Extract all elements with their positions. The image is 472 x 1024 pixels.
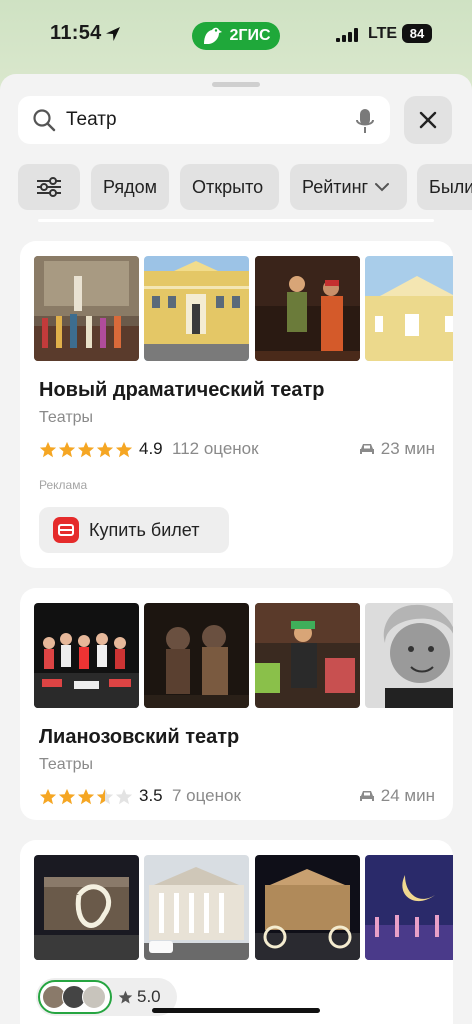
- result-card[interactable]: Новый драматический театр Театры 4.9 112…: [20, 241, 453, 568]
- filter-chip-rating[interactable]: Рейтинг: [290, 164, 407, 210]
- result-category: Театры: [39, 756, 94, 773]
- star-icon: [58, 441, 76, 458]
- result-title[interactable]: Лианозовский театр: [39, 726, 239, 749]
- cellular-signal-icon: [336, 28, 358, 42]
- result-photo[interactable]: [34, 256, 139, 361]
- search-input[interactable]: Театр: [18, 96, 390, 144]
- clock: 11:54: [50, 22, 102, 44]
- rating-stars: [39, 788, 133, 806]
- home-indicator[interactable]: [152, 1008, 320, 1013]
- sheet-grabber[interactable]: [212, 82, 260, 87]
- brand-name: 2ГИС: [229, 27, 271, 44]
- sliders-icon: [37, 177, 61, 197]
- review-count[interactable]: 112 оценок: [172, 439, 259, 459]
- filter-bar: Рядом Открыто Рейтинг Были: [18, 164, 472, 210]
- result-card[interactable]: Лианозовский театр Театры 3.5 7 оценок 2…: [20, 588, 453, 820]
- chevron-down-icon: [375, 183, 390, 192]
- network-type: LTE: [368, 25, 398, 42]
- star-icon: [77, 788, 95, 805]
- friends-avatars: [38, 980, 112, 1014]
- drive-time-label: 23 мин: [380, 439, 435, 458]
- rating-score: 3.5: [139, 786, 163, 805]
- star-icon: [39, 441, 57, 458]
- status-bar: 11:54 2ГИС LTE 84: [0, 0, 472, 72]
- result-photo[interactable]: [255, 855, 360, 960]
- result-photo[interactable]: [34, 855, 139, 960]
- drive-time-label: 24 мин: [380, 786, 435, 805]
- result-title[interactable]: Новый драматический театр: [39, 379, 324, 402]
- brand-badge[interactable]: 2ГИС: [192, 22, 280, 50]
- star-icon: [118, 990, 133, 1003]
- result-photo[interactable]: [144, 256, 249, 361]
- result-photo[interactable]: [144, 855, 249, 960]
- result-photo[interactable]: [144, 603, 249, 708]
- filter-chip-rating-label: Рейтинг: [302, 176, 369, 197]
- rating-score: 4.9: [139, 439, 163, 458]
- star-icon: [39, 788, 57, 805]
- buy-ticket-label: Купить билет: [89, 519, 200, 540]
- filter-chip-visited[interactable]: Были: [417, 164, 472, 210]
- rating-row: 4.9 112 оценок 23 мин: [39, 439, 435, 461]
- star-empty-icon: [115, 788, 133, 805]
- ticket-service-logo-icon: [53, 517, 79, 543]
- search-query: Театр: [66, 109, 117, 130]
- location-arrow-icon: [106, 27, 120, 41]
- result-photo[interactable]: [34, 603, 139, 708]
- friends-score: 5.0: [118, 987, 161, 1007]
- buy-ticket-button[interactable]: Купить билет: [39, 507, 229, 553]
- avatar: [82, 985, 106, 1009]
- photo-strip[interactable]: [34, 603, 453, 708]
- search-icon: [33, 109, 56, 132]
- results-sheet: Театр Рядом Открыто Рейтинг Были Новый д…: [0, 74, 472, 1024]
- rating-stars: [39, 441, 133, 459]
- friends-score-value: 5.0: [137, 987, 161, 1006]
- ad-label: Реклама: [39, 478, 88, 492]
- star-icon: [96, 441, 114, 458]
- dgis-bird-icon: [204, 27, 223, 44]
- battery-indicator: 84: [402, 24, 432, 43]
- close-search-button[interactable]: [404, 96, 452, 144]
- filter-chip-open[interactable]: Открыто: [180, 164, 279, 210]
- close-icon: [419, 111, 437, 129]
- star-half-icon: [96, 788, 114, 805]
- drive-time: 24 мин: [359, 786, 435, 806]
- scroll-divider: [38, 219, 434, 222]
- rating-row: 3.5 7 оценок 24 мин: [39, 786, 435, 808]
- result-card[interactable]: 5.0: [20, 840, 453, 1024]
- drive-time: 23 мин: [359, 439, 435, 459]
- photo-strip[interactable]: [34, 855, 453, 960]
- photo-strip[interactable]: [34, 256, 453, 361]
- filter-settings-button[interactable]: [18, 164, 80, 210]
- result-photo[interactable]: [255, 603, 360, 708]
- star-icon: [77, 441, 95, 458]
- car-icon: [359, 791, 374, 801]
- star-icon: [115, 441, 133, 458]
- car-icon: [359, 444, 374, 454]
- result-photo[interactable]: [255, 256, 360, 361]
- review-count[interactable]: 7 оценок: [172, 786, 241, 806]
- result-photo[interactable]: [365, 256, 453, 361]
- result-photo[interactable]: [365, 855, 453, 960]
- filter-chip-nearby[interactable]: Рядом: [91, 164, 169, 210]
- result-photo[interactable]: [365, 603, 453, 708]
- result-category: Театры: [39, 409, 94, 426]
- star-icon: [58, 788, 76, 805]
- mic-icon[interactable]: [356, 108, 374, 134]
